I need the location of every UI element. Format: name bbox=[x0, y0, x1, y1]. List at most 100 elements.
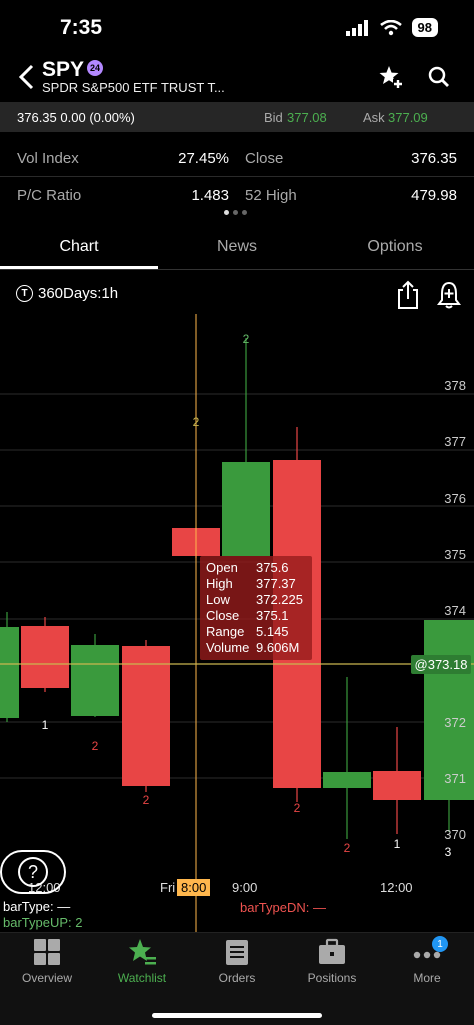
search-button[interactable] bbox=[428, 66, 450, 88]
tab-chart[interactable]: Chart bbox=[0, 238, 158, 256]
tooltip-label: High bbox=[206, 576, 233, 591]
candle-body bbox=[373, 771, 421, 800]
price-axis-label: 372 bbox=[444, 715, 466, 730]
crosshair-label: 2 bbox=[193, 415, 200, 429]
add-alert-button[interactable] bbox=[437, 280, 461, 310]
bar-type-label: barType: — bbox=[3, 899, 71, 914]
candle[interactable] bbox=[71, 634, 119, 717]
tooltip-label: Volume bbox=[206, 640, 250, 655]
tab-options[interactable]: Options bbox=[316, 238, 474, 256]
nav-label: Orders bbox=[218, 971, 256, 985]
timeframe-icon: T bbox=[16, 285, 33, 302]
stat-close-value: 376.35 bbox=[411, 150, 457, 167]
add-to-watchlist-button[interactable] bbox=[378, 64, 404, 90]
candle[interactable] bbox=[222, 338, 270, 556]
tooltip-label: Range bbox=[206, 624, 245, 639]
stats-divider bbox=[0, 176, 474, 177]
price-axis-label: 371 bbox=[444, 771, 466, 786]
candle-count-label: 2 bbox=[294, 801, 301, 815]
nav-positions[interactable]: Positions bbox=[285, 937, 379, 985]
nav-orders[interactable]: Orders bbox=[190, 937, 284, 985]
tooltip-row: Low 372.225 bbox=[206, 592, 306, 608]
candle-body bbox=[0, 627, 19, 718]
tooltip-row: High 377.37 bbox=[206, 576, 306, 592]
tooltip-value: 377.37 bbox=[256, 576, 296, 591]
tooltip-label: Open bbox=[206, 560, 238, 575]
candle-body bbox=[222, 462, 270, 556]
briefcase-icon bbox=[319, 938, 345, 964]
time-label: 12:00 bbox=[380, 880, 413, 895]
home-indicator bbox=[152, 1013, 322, 1018]
bar-type-down-label: barTypeDN: — bbox=[240, 900, 326, 915]
candle-body bbox=[323, 772, 371, 788]
time-label: 9:00 bbox=[232, 880, 258, 895]
nav-label: Overview bbox=[21, 971, 72, 985]
tooltip-row: Volume 9.606M bbox=[206, 640, 306, 656]
bell-plus-icon bbox=[437, 281, 461, 309]
quote-bar: 376.35 0.00 (0.00%) Bid 377.08 Ask 377.0… bbox=[0, 102, 474, 132]
tooltip-value: 375.1 bbox=[256, 608, 289, 623]
nav-overview[interactable]: Overview bbox=[0, 937, 94, 985]
ask-label: Ask bbox=[363, 110, 385, 125]
candle-count-label: 1 bbox=[394, 837, 401, 851]
page-indicator[interactable] bbox=[224, 210, 247, 215]
stat-vol-index-label: Vol Index bbox=[17, 150, 79, 167]
candle-body bbox=[71, 645, 119, 716]
symbol: SPY bbox=[42, 58, 85, 81]
stat-pc-ratio-label: P/C Ratio bbox=[17, 187, 82, 204]
stat-52-high-label: 52 High bbox=[245, 187, 297, 204]
price-change-pct: (0.00%) bbox=[89, 110, 135, 125]
price-axis-label: 370 bbox=[444, 827, 466, 842]
current-price-tag: @373.18 bbox=[411, 655, 471, 674]
price-axis-label: 377 bbox=[444, 434, 466, 449]
candle-count-label: 2 bbox=[143, 793, 150, 807]
tooltip-label: Low bbox=[206, 592, 230, 607]
wifi-icon bbox=[379, 19, 402, 35]
tooltip-value: 372.225 bbox=[256, 592, 303, 607]
battery-icon: 98 bbox=[411, 18, 438, 37]
nav-label: Positions bbox=[307, 971, 357, 985]
status-icons: 98 bbox=[345, 18, 438, 37]
nav-more[interactable]: More bbox=[380, 937, 474, 985]
stat-close-label: Close bbox=[245, 150, 284, 167]
price-axis-label: 374 bbox=[444, 603, 466, 618]
search-icon bbox=[428, 66, 449, 87]
timeframe-label: 360Days:1h bbox=[38, 285, 119, 302]
candle[interactable] bbox=[21, 617, 69, 692]
share-icon bbox=[398, 280, 418, 309]
nav-label: More bbox=[413, 971, 441, 985]
candle-body bbox=[21, 626, 69, 688]
candle-count-label: 2 bbox=[92, 739, 99, 753]
candle-count-label: 2 bbox=[243, 332, 250, 346]
candle[interactable] bbox=[122, 640, 170, 792]
price-change: 0.00 bbox=[60, 110, 86, 125]
candle[interactable] bbox=[0, 612, 19, 722]
tab-news[interactable]: News bbox=[158, 238, 316, 256]
back-button[interactable] bbox=[14, 62, 40, 92]
nav-label: Watchlist bbox=[117, 971, 167, 985]
page-dot bbox=[224, 210, 229, 215]
help-button[interactable]: ? bbox=[0, 850, 66, 894]
tooltip-label: Close bbox=[206, 608, 240, 623]
tooltip-value: 375.6 bbox=[256, 560, 289, 575]
signal-icon bbox=[345, 19, 368, 36]
candle[interactable] bbox=[323, 677, 371, 839]
tooltip-value: 5.145 bbox=[256, 624, 289, 639]
time-label: Fri bbox=[160, 880, 176, 895]
status-time: 7:35 bbox=[60, 16, 103, 39]
tooltip-row: Range 5.145 bbox=[206, 624, 306, 640]
stat-52-high-value: 479.98 bbox=[411, 187, 457, 204]
bid-value: 377.08 bbox=[287, 110, 327, 125]
overview-icon bbox=[34, 939, 60, 965]
timeframe-selector[interactable]: T 360Days:1h bbox=[16, 285, 118, 302]
star-plus-icon bbox=[379, 66, 403, 89]
nav-watchlist[interactable]: Watchlist bbox=[95, 937, 189, 985]
ohlc-tooltip: Open 375.6 High 377.37 Low 372.225 Close 375.1 R… bbox=[200, 556, 312, 660]
symbol-badge: 24 bbox=[87, 60, 103, 76]
candle[interactable] bbox=[373, 727, 421, 834]
bottom-nav: Overview Watchlist Orders Positions More… bbox=[0, 932, 474, 1025]
bar-type-up-label: barTypeUP: 2 bbox=[3, 915, 83, 930]
share-button[interactable] bbox=[396, 280, 420, 310]
help-icon: ? bbox=[18, 857, 48, 887]
candle-body bbox=[122, 646, 170, 786]
